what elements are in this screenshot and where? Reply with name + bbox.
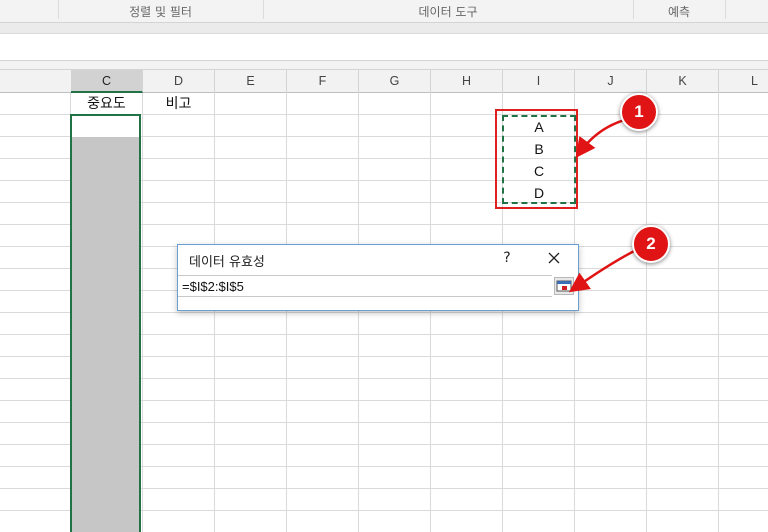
callout-badge-2: 2 [632,225,670,263]
callout-badge-1: 1 [620,93,658,131]
callout-arrow-2 [568,246,641,293]
callout-arrows [568,116,641,293]
